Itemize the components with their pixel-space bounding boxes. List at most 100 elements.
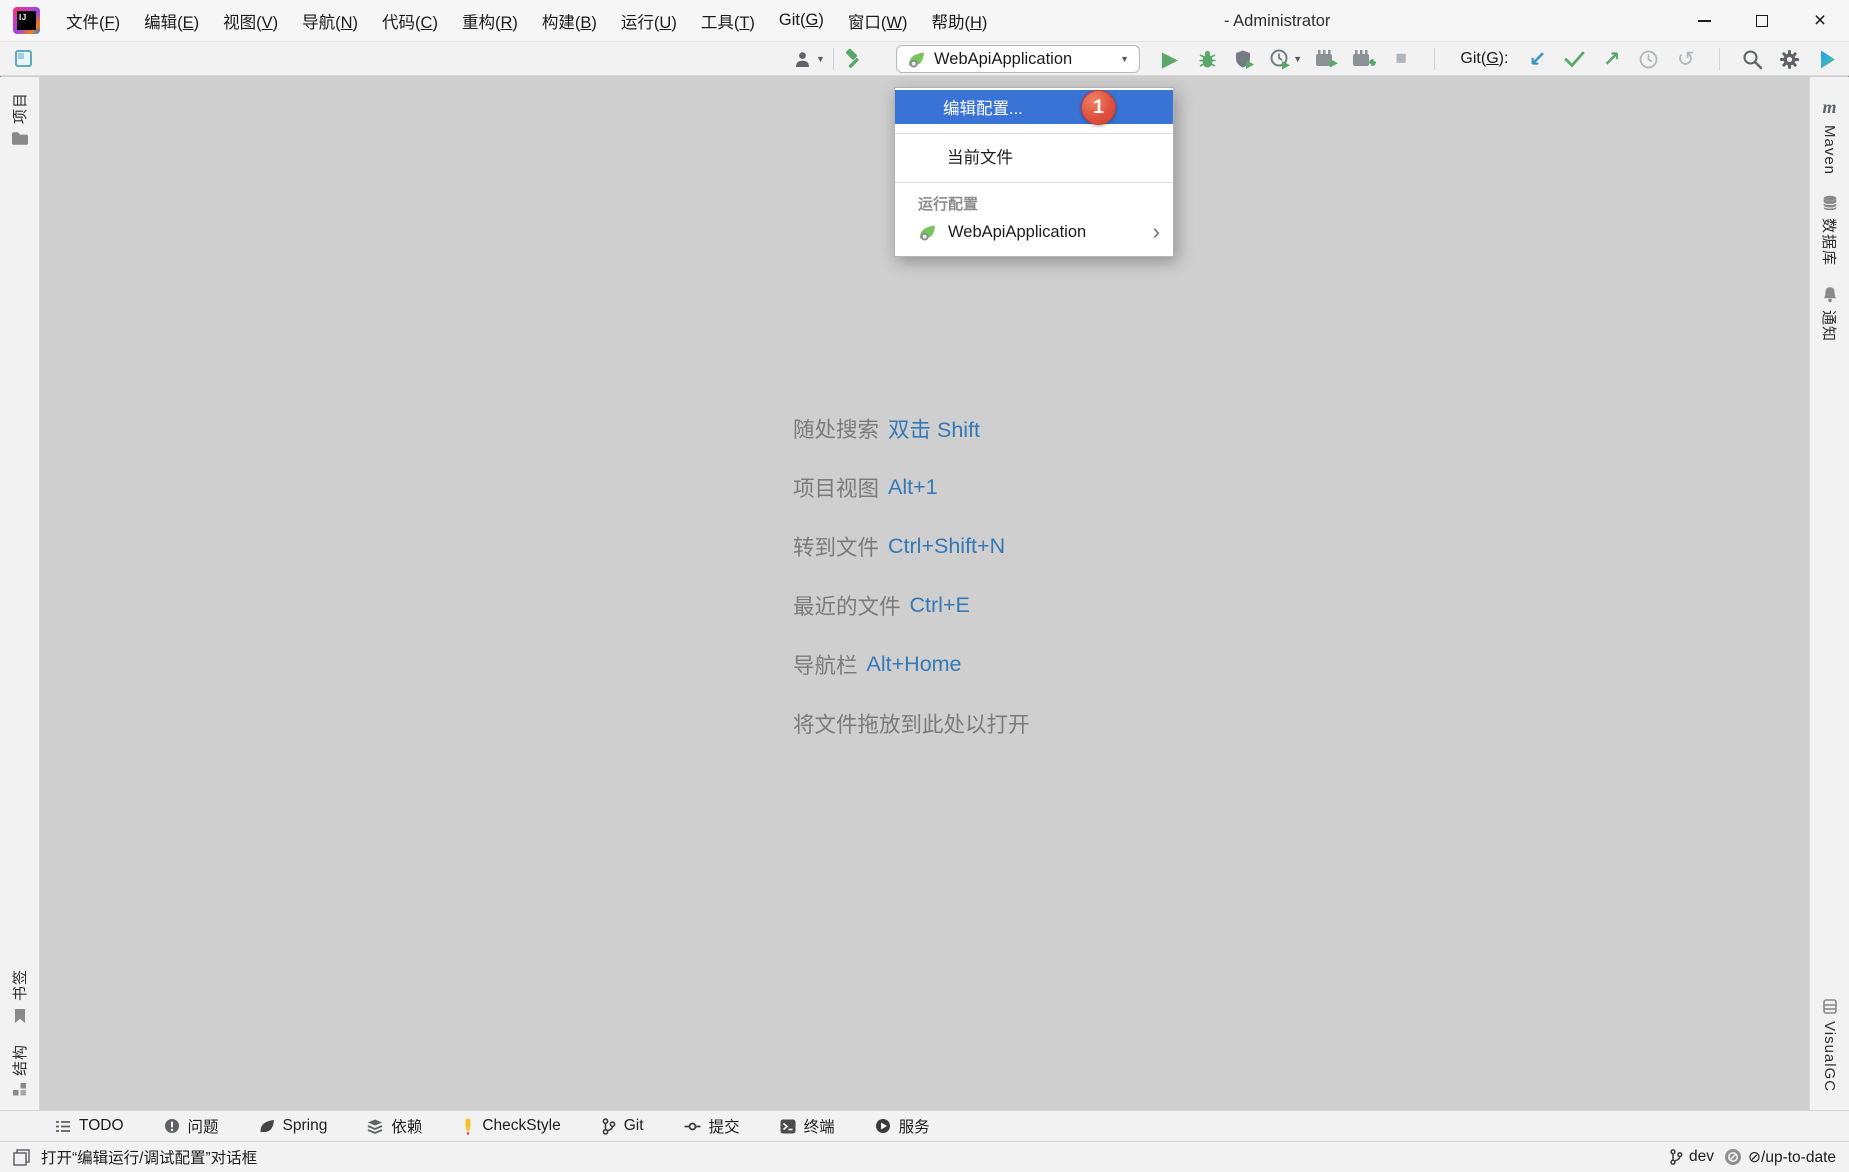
close-button[interactable]: × (1791, 0, 1849, 42)
toolbar-right-cluster: ▶ ▼ ■ Git(G): ↙ ↗ (1158, 42, 1839, 76)
tool-window-dependencies[interactable]: 依赖 (367, 1115, 422, 1137)
title-bar: IJ 文件(F) 编辑(E) 视图(V) 导航(N) 代码(C) 重构(R) 构… (0, 0, 1849, 42)
menu-build[interactable]: 构建(B) (530, 0, 609, 41)
step-badge: 1 (1081, 90, 1116, 125)
bottom-tool-bar: TODO 问题 Spring 依赖 CheckStyle Git 提交 终端 (0, 1110, 1849, 1141)
menu-item-current-file[interactable]: 当前文件 (895, 139, 1173, 173)
rollback-button: ↺ (1674, 45, 1698, 73)
user-profile-button[interactable]: ▼ (795, 45, 825, 73)
menu-help[interactable]: 帮助(H) (919, 0, 999, 41)
git-push-button[interactable]: ↗ (1600, 45, 1624, 73)
tool-window-database[interactable]: 数据库 (1819, 185, 1840, 276)
tool-window-spring[interactable]: Spring (259, 1117, 328, 1135)
minimize-button[interactable] (1675, 0, 1733, 42)
attach-profiler-debug-button[interactable] (1352, 45, 1376, 73)
attach-profiler-run-button[interactable] (1315, 45, 1339, 73)
menu-refactor[interactable]: 重构(R) (450, 0, 530, 41)
status-window-icon[interactable] (13, 1149, 30, 1166)
main-toolbar: ▼ WebApiApplication ▼ ▶ ▼ (0, 42, 1849, 76)
push-icon: ↗ (1603, 47, 1621, 72)
hint-navigation-bar: 导航栏Alt+Home (793, 635, 1030, 694)
hint-recent-files: 最近的文件Ctrl+E (793, 576, 1030, 635)
settings-button[interactable] (1778, 45, 1802, 73)
tool-window-git[interactable]: Git (601, 1117, 644, 1135)
left-tool-stripe: 项目 书签 结构 (0, 77, 40, 1110)
menu-item-edit-configurations[interactable]: 编辑配置... 1 (895, 90, 1173, 124)
chip-run-icon (1315, 49, 1339, 69)
gear-icon (1779, 49, 1800, 70)
no-inspection-icon (1724, 1148, 1742, 1166)
menu-view[interactable]: 视图(V) (211, 0, 290, 41)
git-branch-icon (601, 1118, 616, 1135)
search-icon (1742, 49, 1763, 70)
git-update-button[interactable]: ↙ (1526, 45, 1550, 73)
shortcut-link[interactable]: Alt+Home (867, 652, 962, 677)
terminal-icon (780, 1119, 796, 1134)
folder-icon (11, 131, 29, 146)
toolbar-left-cluster: ▼ (795, 42, 866, 76)
menu-item-webapiapplication[interactable]: WebApiApplication › (895, 215, 1173, 249)
menu-window[interactable]: 窗口(W) (836, 0, 920, 41)
services-icon (875, 1118, 891, 1134)
shortcut-link[interactable]: Ctrl+Shift+N (888, 534, 1005, 559)
git-commit-button[interactable] (1563, 45, 1587, 73)
run-config-combo[interactable]: WebApiApplication ▼ (896, 45, 1140, 73)
menu-navigate[interactable]: 导航(N) (290, 0, 370, 41)
tool-window-project[interactable]: 项目 (9, 82, 30, 156)
visualgc-icon (1822, 999, 1838, 1014)
menu-edit[interactable]: 编辑(E) (132, 0, 211, 41)
chevron-right-icon: › (1153, 221, 1160, 243)
tool-window-terminal[interactable]: 终端 (780, 1115, 835, 1137)
tool-window-commit[interactable]: 提交 (684, 1115, 740, 1137)
tool-window-notifications[interactable]: 通知 (1819, 276, 1840, 352)
maven-icon: m (1822, 97, 1836, 118)
shortcut-link[interactable]: Alt+1 (888, 475, 938, 500)
tool-window-problems[interactable]: 问题 (164, 1115, 219, 1137)
profiler-button[interactable]: ▼ (1269, 45, 1302, 73)
gradle-plugin-button[interactable] (1815, 45, 1839, 73)
tool-window-visualgc[interactable]: VisualGC (1821, 989, 1838, 1102)
tool-window-checkstyle[interactable]: CheckStyle (462, 1117, 560, 1135)
build-project-button[interactable] (842, 45, 866, 73)
run-with-coverage-button[interactable] (1232, 45, 1256, 73)
debug-button[interactable] (1195, 45, 1219, 73)
spring-boot-icon (918, 224, 937, 241)
tool-window-structure[interactable]: 结构 (9, 1034, 30, 1106)
blue-green-triangle-icon (1817, 49, 1837, 70)
search-everywhere-button[interactable] (1741, 45, 1765, 73)
tool-window-maven[interactable]: m Maven (1821, 87, 1838, 185)
problems-icon (164, 1118, 180, 1134)
user-icon (795, 51, 814, 68)
shortcut-link[interactable]: 双击 Shift (888, 413, 980, 444)
run-button[interactable]: ▶ (1158, 45, 1182, 73)
menu-file[interactable]: 文件(F) (54, 0, 132, 41)
code-analysis-widget[interactable]: ⊘/up-to-date (1724, 1148, 1836, 1167)
inspection-status: ⊘/up-to-date (1748, 1148, 1836, 1167)
menu-separator (895, 182, 1173, 183)
stop-button: ■ (1389, 45, 1413, 73)
update-project-icon: ↙ (1529, 47, 1547, 72)
status-message-area: 打开“编辑运行/调试配置”对话框 (13, 1146, 257, 1168)
status-message: 打开“编辑运行/调试配置”对话框 (41, 1146, 257, 1168)
git-branch-icon (1669, 1149, 1683, 1165)
hint-drop-files: 将文件拖放到此处以打开 (793, 694, 1030, 753)
dependencies-layers-icon (367, 1119, 383, 1134)
commit-check-icon (1564, 50, 1585, 68)
git-toolbar-label: Git(G): (1460, 50, 1508, 68)
tool-window-bookmarks[interactable]: 书签 (9, 959, 30, 1034)
menu-run[interactable]: 运行(U) (609, 0, 689, 41)
shortcut-link[interactable]: Ctrl+E (910, 593, 970, 618)
stop-icon: ■ (1396, 48, 1407, 70)
run-icon: ▶ (1162, 47, 1178, 72)
git-branch-widget[interactable]: dev (1669, 1148, 1714, 1166)
window-controls: × (1675, 0, 1849, 42)
menu-code[interactable]: 代码(C) (370, 0, 450, 41)
menu-git[interactable]: Git(G) (767, 0, 836, 41)
maximize-button[interactable] (1733, 0, 1791, 42)
tool-window-services[interactable]: 服务 (875, 1115, 930, 1137)
toolbar-separator (1434, 48, 1435, 70)
menu-tools[interactable]: 工具(T) (689, 0, 767, 41)
tool-window-todo[interactable]: TODO (55, 1117, 124, 1135)
tool-window-panels-icon[interactable] (15, 50, 32, 67)
run-config-name: WebApiApplication (934, 50, 1110, 69)
